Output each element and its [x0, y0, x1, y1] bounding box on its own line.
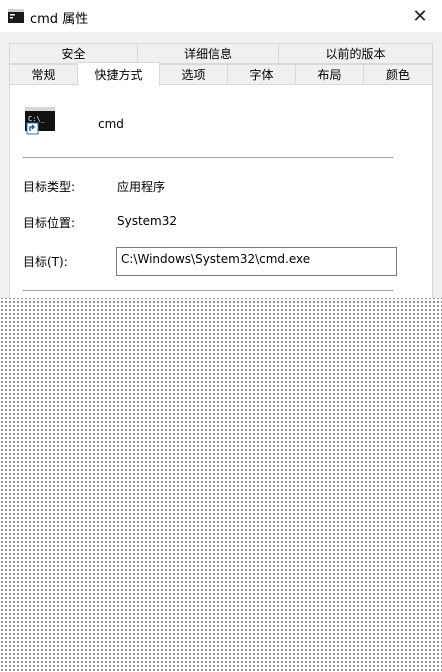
- tab-general[interactable]: 常规: [9, 64, 78, 85]
- shortcut-arrow-icon: [26, 122, 39, 135]
- tab-label: 选项: [181, 68, 206, 82]
- tab-label: 字体: [249, 68, 274, 82]
- target-type-value: 应用程序: [117, 180, 166, 194]
- target-type-label: 目标类型:: [23, 180, 76, 194]
- tab-previous-versions[interactable]: 以前的版本: [278, 43, 433, 64]
- window-title: cmd 属性: [30, 12, 89, 27]
- tab-options[interactable]: 选项: [159, 64, 228, 85]
- tab-label: 快捷方式: [94, 68, 143, 82]
- tab-label: 常规: [31, 68, 56, 82]
- properties-window: cmd 属性 ✕ 安全 详细信息 以前的版本 常规 快捷方式 选项 字体 布局 …: [0, 0, 442, 672]
- tab-shortcut[interactable]: 快捷方式: [77, 62, 160, 86]
- separator: [23, 157, 393, 158]
- cmd-app-icon: [8, 9, 24, 23]
- target-input[interactable]: C:\Windows\System32\cmd.exe: [116, 247, 397, 276]
- tab-label: 布局: [317, 68, 342, 82]
- tab-label: 详细信息: [183, 47, 232, 61]
- tab-label: 以前的版本: [325, 47, 386, 61]
- shortcut-tab-page: C:\_ cmd 目标类型: 应用程序 目标位置: System32 目标(T)…: [9, 85, 433, 298]
- tab-details[interactable]: 详细信息: [137, 43, 279, 64]
- target-label: 目标(T):: [23, 255, 68, 269]
- tab-label: 颜色: [385, 68, 410, 82]
- target-location-label: 目标位置:: [23, 216, 76, 230]
- target-location-value: System32: [117, 214, 178, 228]
- cmd-icon-text: C:\_: [28, 115, 46, 123]
- tab-label: 安全: [61, 47, 86, 61]
- tab-colors[interactable]: 颜色: [363, 64, 433, 85]
- cmd-shortcut-icon: C:\_: [25, 107, 55, 135]
- separator: [23, 290, 393, 291]
- close-icon: ✕: [412, 5, 428, 27]
- close-button[interactable]: ✕: [398, 0, 442, 32]
- tab-security[interactable]: 安全: [9, 43, 138, 64]
- tab-layout[interactable]: 布局: [295, 64, 364, 85]
- shortcut-name: cmd: [98, 117, 124, 131]
- tab-font[interactable]: 字体: [227, 64, 296, 85]
- title-bar[interactable]: cmd 属性 ✕: [0, 0, 442, 32]
